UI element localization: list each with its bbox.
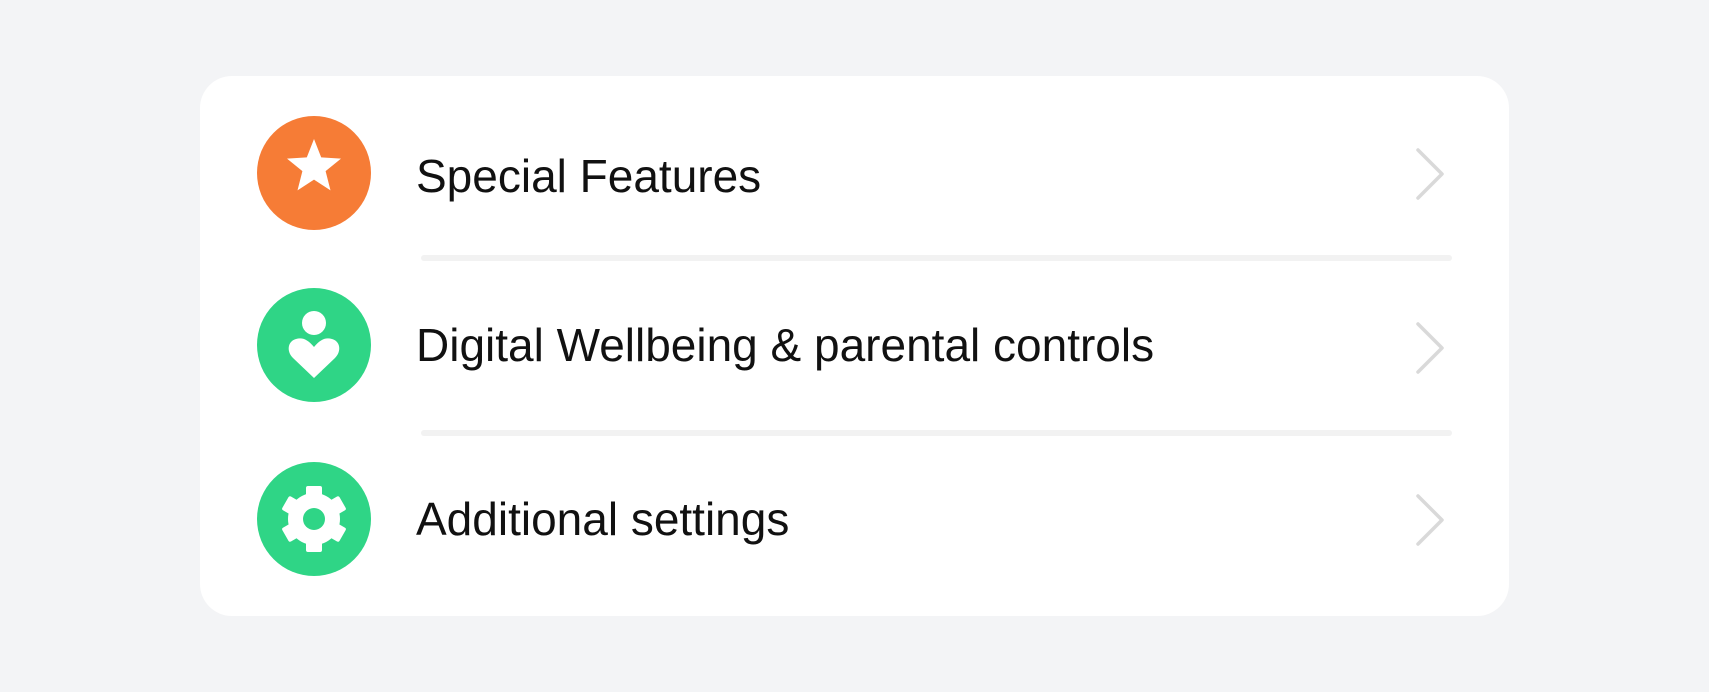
settings-item-label: Additional settings [416,493,790,545]
settings-item-label: Digital Wellbeing & parental controls [416,319,1155,371]
wellbeing-icon [288,311,340,378]
special-features-icon-badge [257,116,371,230]
settings-card: Special Features Digital Wellbeing & par… [200,76,1509,616]
chevron-right-icon [1416,148,1444,200]
star-icon [287,139,341,191]
settings-item-additional-settings[interactable]: Additional settings [200,422,1509,594]
chevron-right-icon [1416,322,1444,374]
digital-wellbeing-icon-badge [257,288,371,402]
gear-icon [282,486,346,552]
settings-item-digital-wellbeing[interactable]: Digital Wellbeing & parental controls [200,248,1509,420]
additional-settings-icon-badge [257,462,371,576]
settings-item-special-features[interactable]: Special Features [200,76,1509,248]
settings-item-label: Special Features [416,150,762,202]
chevron-right-icon [1416,494,1444,546]
